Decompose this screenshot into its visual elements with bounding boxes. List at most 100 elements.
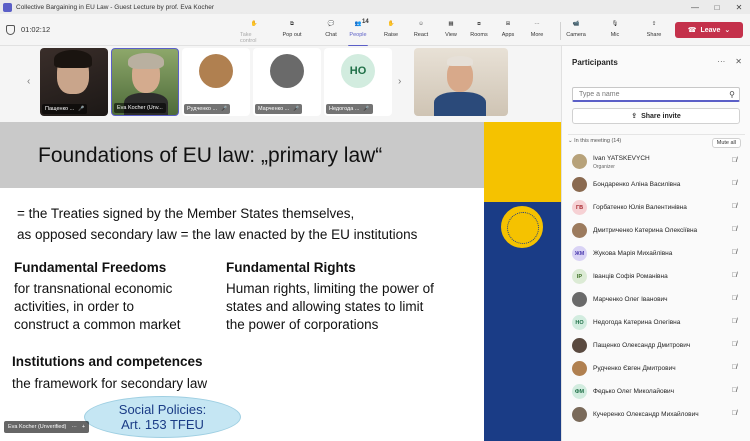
view-icon: ▦ [448, 21, 454, 27]
freedoms-line: activities, in order to [14, 299, 135, 314]
freedoms-line: construct a common market [14, 317, 181, 332]
participant-name: Горбатенко Юлія Валентинівна [593, 204, 687, 211]
mic-muted-icon: 🎙̸ [731, 180, 737, 187]
close-icon[interactable]: ✕ [735, 57, 742, 66]
bubble-line-1: Social Policies: [118, 402, 207, 417]
slide-heading: Foundations of EU law: „primary law“ [38, 144, 383, 167]
share-invite-button[interactable]: ⇪ Share invite [572, 108, 740, 124]
in-meeting-section[interactable]: ⌄ In this meeting (14) Mute all [568, 134, 745, 148]
participant-row[interactable]: Кучеренко Олександр Михайлович 🎙̸ [562, 403, 750, 426]
search-input[interactable]: Type a name ⚲ [572, 87, 740, 102]
raise-hand-icon: ✋ [387, 21, 395, 27]
close-window-button[interactable]: ✕ [728, 0, 750, 14]
participant-row[interactable]: Марченко Олег Іванович 🎙̸ [562, 288, 750, 311]
freedoms-body: for transnational economic activities, i… [14, 280, 181, 334]
video-tile-3[interactable]: Марченко ... 🎤 [253, 48, 321, 116]
leave-button[interactable]: ☎ Leave ⌄ [675, 22, 743, 38]
search-placeholder: Type a name [579, 90, 620, 98]
participant-row[interactable]: Дмитриченко Катерина Олексіївна 🎙̸ [562, 219, 750, 242]
slide-line-2: as opposed secondary law = the law enact… [17, 227, 418, 242]
raise-button[interactable]: ✋ Raise [377, 18, 405, 44]
share-invite-label: Share invite [641, 112, 681, 120]
chevron-down-icon: ⌄ [568, 138, 573, 144]
more-options-icon[interactable]: ··· [717, 57, 725, 66]
avatar [572, 154, 587, 169]
participant-initials-avatar: НО [341, 54, 375, 88]
participant-video-hair [128, 53, 164, 69]
view-button[interactable]: ▦ View [437, 18, 465, 44]
institutions-body: the framework for secondary law [12, 376, 208, 391]
people-button[interactable]: 👥 14 People [344, 18, 372, 47]
panel-title: Participants [572, 58, 618, 67]
apps-button[interactable]: ⊞ Apps [494, 18, 522, 44]
mic-muted-icon: 🎙̸ [731, 341, 737, 348]
strip-next-arrow[interactable]: › [398, 76, 401, 87]
participant-row[interactable]: ГВ Горбатенко Юлія Валентинівна 🎙̸ [562, 196, 750, 219]
teams-app-icon [3, 2, 12, 12]
slide-line-1: = the Treaties signed by the Member Stat… [17, 206, 355, 221]
tile-name-tag: Марченко ... 🎤 [255, 104, 303, 114]
participant-row[interactable]: ЖМ Жукова Марія Михайлівна 🎙̸ [562, 242, 750, 265]
university-flag-yellow [484, 122, 561, 202]
mute-all-button[interactable]: Mute all [711, 138, 741, 148]
tile-name-tag: Недогода ... 🎤 [326, 104, 373, 114]
video-tile-1[interactable]: Eva Kocher (Unv... [111, 48, 179, 116]
self-video-tile[interactable] [414, 48, 508, 116]
more-options-icon[interactable]: ··· [71, 424, 77, 430]
mic-muted-icon: 🎙̸ [731, 226, 737, 233]
participant-row[interactable]: ІР Іванців Софія Романівна 🎙̸ [562, 265, 750, 288]
rooms-icon: ⧈ [477, 20, 481, 27]
participant-row[interactable]: НО Недогода Катерина Олегівна 🎙̸ [562, 311, 750, 334]
participant-name: Іванців Софія Романівна [593, 273, 668, 280]
mic-muted-icon: 🎙̸ [731, 318, 737, 325]
toolbar-button-label: Pop out [282, 32, 302, 38]
avatar [572, 407, 587, 422]
chat-button[interactable]: 💬 Chat [317, 18, 345, 44]
share-button[interactable]: ⇪ Share [640, 18, 668, 44]
mic-muted-icon: 🎤 [293, 106, 300, 112]
participant-row[interactable]: Ivan YATSKEVYCH Organizer 🎙̸ [562, 150, 750, 173]
rights-body: Human rights, limiting the power of stat… [226, 280, 434, 334]
toolbar-button-label: React [413, 32, 429, 38]
minimize-button[interactable]: — [684, 0, 706, 14]
participant-row[interactable]: Пащенко Олександр Дмитрович 🎙̸ [562, 334, 750, 357]
mic-muted-icon: 🎙̸ [731, 364, 737, 371]
rights-line: the power of corporations [226, 317, 379, 332]
participant-row[interactable]: ФМ Федько Олег Миколайович 🎙̸ [562, 380, 750, 403]
participant-name: Марченко Олег Іванович [593, 296, 668, 303]
participant-name: Федько Олег Миколайович [593, 388, 675, 395]
mic-muted-icon: 🎙̸ [731, 387, 737, 394]
video-tile-2[interactable]: Рудченко ... 🎤 [182, 48, 250, 116]
rooms-button[interactable]: ⧈ Rooms [465, 18, 493, 44]
video-tile-0[interactable]: Пащенко ... 🎤 [40, 48, 108, 116]
initials-avatar: ФМ [572, 384, 587, 399]
more-button[interactable]: ··· More [523, 18, 551, 44]
pin-icon[interactable]: + [82, 424, 85, 430]
apps-icon: ⊞ [505, 21, 511, 27]
camera-button[interactable]: 📹 Camera [562, 18, 590, 44]
rights-line: Human rights, limiting the power of [226, 281, 434, 296]
meeting-timer: 01:02:12 [21, 25, 51, 34]
take-control-button[interactable]: ✋ Take control [240, 18, 268, 44]
tile-name-tag: Пащенко ... 🎤 [42, 104, 88, 114]
institutions-heading: Institutions and competences [12, 354, 203, 369]
mic-button[interactable]: 🎙 Mic [601, 18, 629, 44]
toolbar-button-label: Camera [566, 32, 586, 38]
tile-name-tag: Eva Kocher (Unv... [114, 103, 166, 113]
participant-row[interactable]: Бондаренко Аліна Василівна 🎙̸ [562, 173, 750, 196]
mic-muted-icon: 🎙̸ [731, 272, 737, 279]
chevron-down-icon: ⌄ [724, 27, 731, 34]
video-tile-4[interactable]: НО Недогода ... 🎤 [324, 48, 392, 116]
initials-avatar: ІР [572, 269, 587, 284]
participant-photo [270, 54, 304, 88]
participant-count-badge: 14 [362, 19, 369, 25]
maximize-button[interactable]: □ [706, 0, 728, 14]
bubble-line-2: Art. 153 TFEU [121, 417, 204, 432]
share-icon: ⇪ [631, 113, 638, 120]
more-icon: ··· [534, 21, 540, 27]
phone-hangup-icon: ☎ [687, 27, 697, 34]
pop-out-button[interactable]: ⧉ Pop out [278, 18, 306, 44]
react-button[interactable]: ☺ React [407, 18, 435, 44]
strip-prev-arrow[interactable]: ‹ [27, 76, 30, 87]
participant-row[interactable]: Рудченко Євген Дмитрович 🎙̸ [562, 357, 750, 380]
